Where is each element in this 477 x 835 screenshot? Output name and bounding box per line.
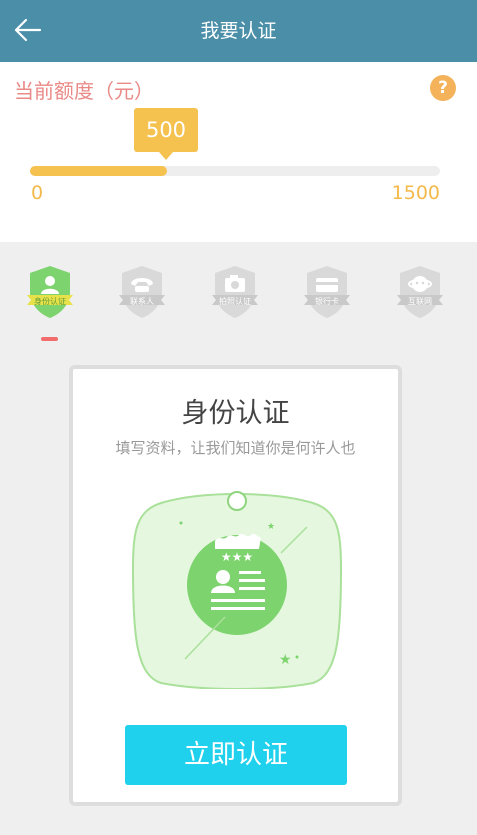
step-label: 互联网 [408,297,432,306]
quota-value-bubble: 500 [134,108,198,152]
id-card-icon: ★★★ ★ ★ [131,491,343,690]
step-label: 身份认证 [34,297,66,306]
svg-text:★: ★ [279,652,292,668]
id-badge-illustration: ★★★ ★ ★ [131,489,343,693]
step-contacts[interactable]: 联系人 [115,264,169,320]
camera-icon [212,266,258,318]
internet-icon [397,266,443,318]
quota-max-label: 1500 [391,182,440,204]
quota-slider-fill [30,166,167,176]
bank-card-icon [304,266,350,318]
step-photo[interactable]: 拍照认证 [208,264,262,320]
svg-text:★: ★ [267,522,275,532]
quota-section: 当前额度（元） ? 500 0 1500 [0,62,477,242]
quota-label: 当前额度（元） [14,79,154,103]
bubble-pointer [159,152,173,160]
step-bank-card[interactable]: 银行卡 [300,264,354,320]
card-subtitle: 填写资料，让我们知道你是何许人也 [115,439,356,457]
step-identity[interactable]: 身份认证 [23,264,77,320]
step-label: 拍照认证 [219,297,251,306]
phone-icon [119,266,165,318]
verification-card: 身份认证 填写资料，让我们知道你是何许人也 ★★★ ★ ★ 立即认证 [69,365,402,806]
quota-min-label: 0 [31,182,44,204]
quota-slider[interactable] [30,166,440,176]
person-icon [27,266,73,318]
verify-now-button[interactable]: 立即认证 [125,725,347,785]
verification-steps: 身份认证 联系人 拍照认证 银行卡 互联网 [0,264,477,324]
svg-text:★★★: ★★★ [221,550,253,564]
help-icon[interactable]: ? [430,75,456,101]
top-bar: 我要认证 [0,0,477,62]
page-title: 我要认证 [200,20,277,42]
step-internet[interactable]: 互联网 [393,264,447,320]
step-label: 联系人 [130,297,154,306]
card-title: 身份认证 [181,398,290,429]
active-step-indicator [41,337,58,341]
step-label: 银行卡 [315,297,339,306]
